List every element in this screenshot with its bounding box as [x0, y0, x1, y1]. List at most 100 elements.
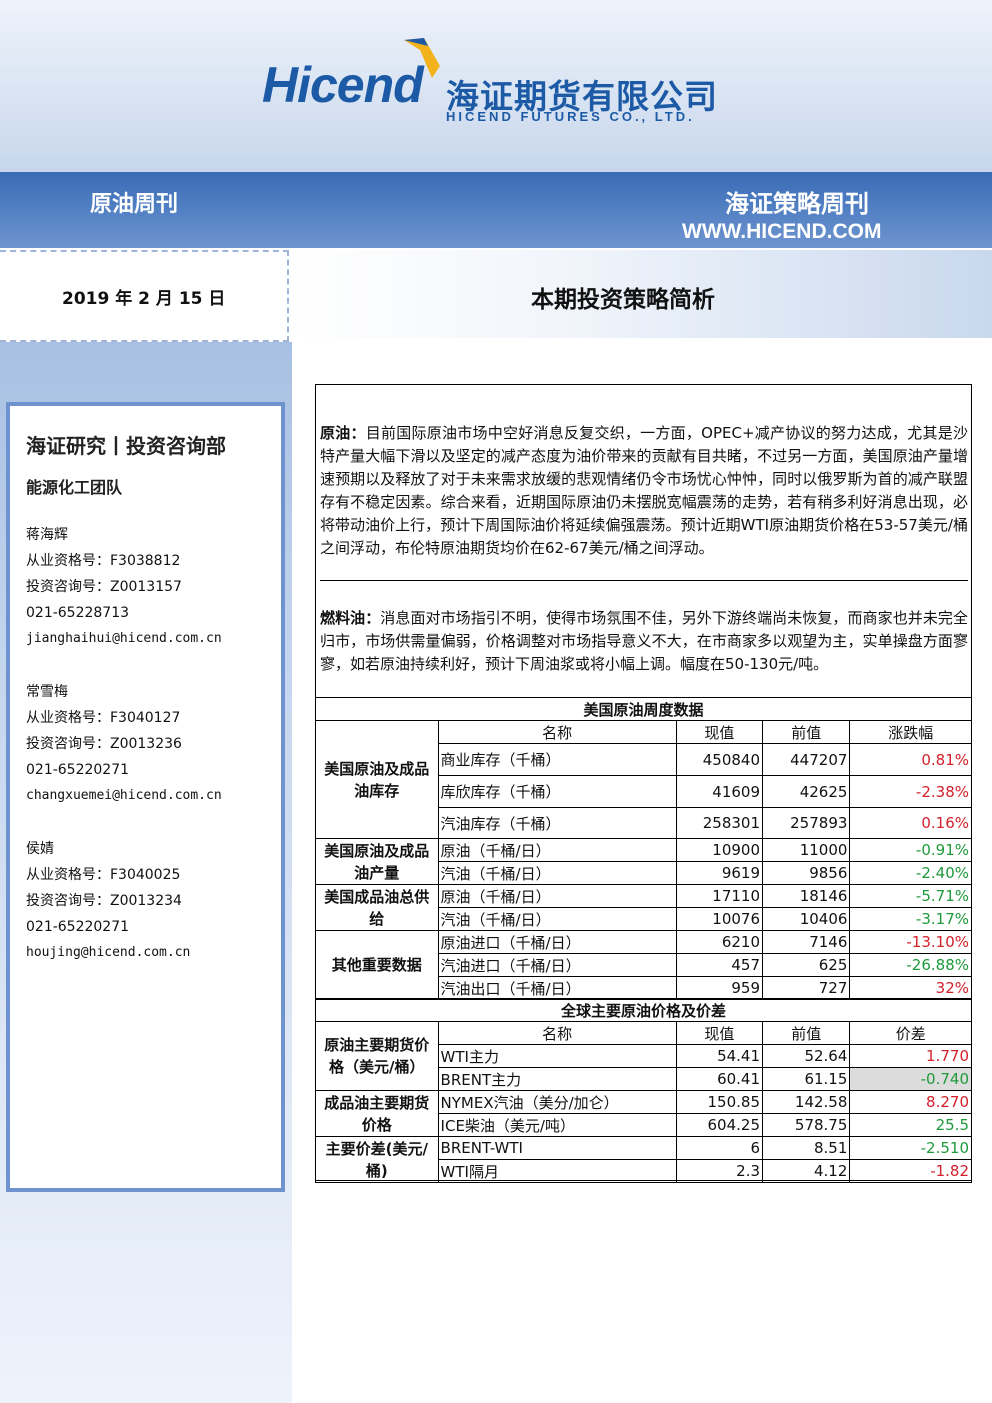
current-value: 41609 [675, 775, 764, 808]
previous-value: 447207 [762, 743, 851, 776]
spread-value: -0.740 [849, 1067, 972, 1091]
report-date: 2019 年 2 月 15 日 [62, 289, 226, 309]
table-title-row: 美国原油周度数据 [315, 697, 972, 721]
change-value: -5.71% [849, 884, 972, 908]
table-row: 主要价差(美元/桶) BRENT-WTI 6 8.51 -2.510 [315, 1136, 972, 1183]
analyst-contact-card: 海证研究丨投资咨询部 能源化工团队 蒋海辉 从业资格号：F3038812 投资咨… [6, 402, 285, 1192]
previous-value: 52.64 [762, 1044, 851, 1068]
previous-value: 10406 [762, 907, 851, 931]
column-header: 名称 [437, 720, 677, 744]
item-name: 原油（千桶/日） [437, 884, 677, 908]
column-header: 现值 [675, 1021, 764, 1045]
email-address: houjing@hicend.com.cn [26, 945, 191, 960]
company-logo: Hicend 海证期货有限公司 HICEND FUTURES CO., LTD. [262, 36, 732, 126]
item-name: 原油进口（千桶/日） [437, 930, 677, 954]
title-banner: 原油周刊 海证策略周刊 WWW.HICEND.COM [0, 172, 992, 248]
logo-wordmark: Hicend [262, 57, 424, 113]
previous-value: 9856 [762, 861, 851, 885]
change-value: -2.38% [849, 775, 972, 808]
logo-swoosh-icon [404, 38, 440, 78]
crude-label: 原油： [320, 424, 366, 442]
current-value: 2.3 [675, 1159, 764, 1183]
analyst-name: 常雪梅 [26, 684, 68, 700]
item-name: 库欣库存（千桶） [437, 775, 677, 808]
table-row: 美国原油及成品油产量 原油（千桶/日） 10900 11000 -0.91% [315, 838, 972, 885]
current-value: 54.41 [675, 1044, 764, 1068]
series-name: 海证策略周刊 [725, 190, 869, 218]
category-cell: 其他重要数据 [315, 930, 439, 1000]
current-value: 6 [675, 1136, 764, 1160]
change-value: -13.10% [849, 930, 972, 954]
global-prices-table: 全球主要原油价格及价差 原油主要期货价格（美元/桶） 名称 现值 前值 价差 W… [315, 998, 972, 1183]
item-name: 汽油出口（千桶/日） [437, 976, 677, 1000]
table-header-row: 原油主要期货价格（美元/桶） 名称 现值 前值 价差 [315, 1021, 972, 1091]
department-name: 海证研究丨投资咨询部 [26, 434, 226, 458]
category-cell: 美国成品油总供给 [315, 884, 439, 931]
previous-value: 61.15 [762, 1067, 851, 1091]
previous-value: 625 [762, 953, 851, 977]
change-value: 32% [849, 976, 972, 1000]
table-row: 其他重要数据 原油进口（千桶/日） 6210 7146 -13.10% [315, 930, 972, 1000]
publication-name: 原油周刊 [90, 192, 179, 217]
current-value: 10076 [675, 907, 764, 931]
analyst-entry: 侯婧 从业资格号：F3040025 投资咨询号：Z0013234 021-652… [26, 836, 190, 966]
previous-value: 727 [762, 976, 851, 1000]
table-title: 全球主要原油价格及价差 [315, 998, 972, 1022]
category-cell: 美国原油及成品油产量 [315, 838, 439, 885]
previous-value: 42625 [762, 775, 851, 808]
previous-value: 7146 [762, 930, 851, 954]
previous-value: 142.58 [762, 1090, 851, 1114]
spread-value: 25.5 [849, 1113, 972, 1137]
analyst-entry: 常雪梅 从业资格号：F3040127 投资咨询号：Z0013236 021-65… [26, 679, 222, 809]
current-value: 450840 [675, 743, 764, 776]
category-cell: 原油主要期货价格（美元/桶） [315, 1021, 439, 1091]
email-address: jianghaihui@hicend.com.cn [26, 631, 222, 646]
website-url: WWW.HICEND.COM [682, 220, 882, 243]
page-title: 本期投资策略简析 [531, 287, 715, 313]
item-name: 汽油库存（千桶） [437, 807, 677, 839]
change-value: -26.88% [849, 953, 972, 977]
current-value: 258301 [675, 807, 764, 839]
column-header: 前值 [762, 720, 851, 744]
category-cell: 主要价差(美元/桶) [315, 1136, 439, 1183]
category-cell: 美国原油及成品油库存 [315, 720, 439, 839]
item-name: NYMEX汽油（美分/加仑） [437, 1090, 677, 1114]
item-name: 商业库存（千桶） [437, 743, 677, 776]
advisory-number: 投资咨询号：Z0013157 [26, 579, 182, 595]
current-value: 457 [675, 953, 764, 977]
current-value: 6210 [675, 930, 764, 954]
item-name: ICE柴油（美元/吨） [437, 1113, 677, 1137]
change-value: -3.17% [849, 907, 972, 931]
current-value: 9619 [675, 861, 764, 885]
date-box: 2019 年 2 月 15 日 [0, 250, 289, 342]
category-cell: 成品油主要期货价格 [315, 1090, 439, 1137]
analyst-entry: 蒋海辉 从业资格号：F3038812 投资咨询号：Z0013157 021-65… [26, 522, 222, 652]
analyst-name: 蒋海辉 [26, 527, 68, 543]
column-header: 价差 [849, 1021, 972, 1045]
table-header-row: 美国原油及成品油库存 名称 现值 前值 涨跌幅 [315, 720, 972, 839]
previous-value: 257893 [762, 807, 851, 839]
title-bar: 本期投资策略简析 [291, 250, 992, 338]
item-name: 原油（千桶/日） [437, 838, 677, 862]
advisory-number: 投资咨询号：Z0013236 [26, 736, 182, 752]
phone-number: 021-65220271 [26, 762, 130, 778]
change-value: 0.81% [849, 743, 972, 776]
item-name: 汽油（千桶/日） [437, 861, 677, 885]
fuel-oil-analysis: 燃料油：消息面对市场指引不明，使得市场氛围不佳，另外下游终端尚未恢复，而商家也并… [320, 607, 968, 695]
column-header: 前值 [762, 1021, 851, 1045]
crude-analysis: 原油：目前国际原油市场中空好消息反复交织，一方面，OPEC+减产协议的努力达成，… [320, 422, 968, 581]
column-header: 现值 [675, 720, 764, 744]
phone-number: 021-65220271 [26, 919, 130, 935]
current-value: 10900 [675, 838, 764, 862]
previous-value: 578.75 [762, 1113, 851, 1137]
current-value: 17110 [675, 884, 764, 908]
item-name: 汽油进口（千桶/日） [437, 953, 677, 977]
spread-value: 8.270 [849, 1090, 972, 1114]
us-weekly-data-table: 美国原油周度数据 美国原油及成品油库存 名称 现值 前值 涨跌幅 商业库存（千桶… [315, 697, 972, 1000]
advisory-number: 投资咨询号：Z0013234 [26, 893, 182, 909]
crude-text: 目前国际原油市场中空好消息反复交织，一方面，OPEC+减产协议的努力达成，尤其是… [320, 424, 968, 557]
analyst-name: 侯婧 [26, 841, 54, 857]
current-value: 604.25 [675, 1113, 764, 1137]
previous-value: 8.51 [762, 1136, 851, 1160]
email-address: changxuemei@hicend.com.cn [26, 788, 222, 803]
